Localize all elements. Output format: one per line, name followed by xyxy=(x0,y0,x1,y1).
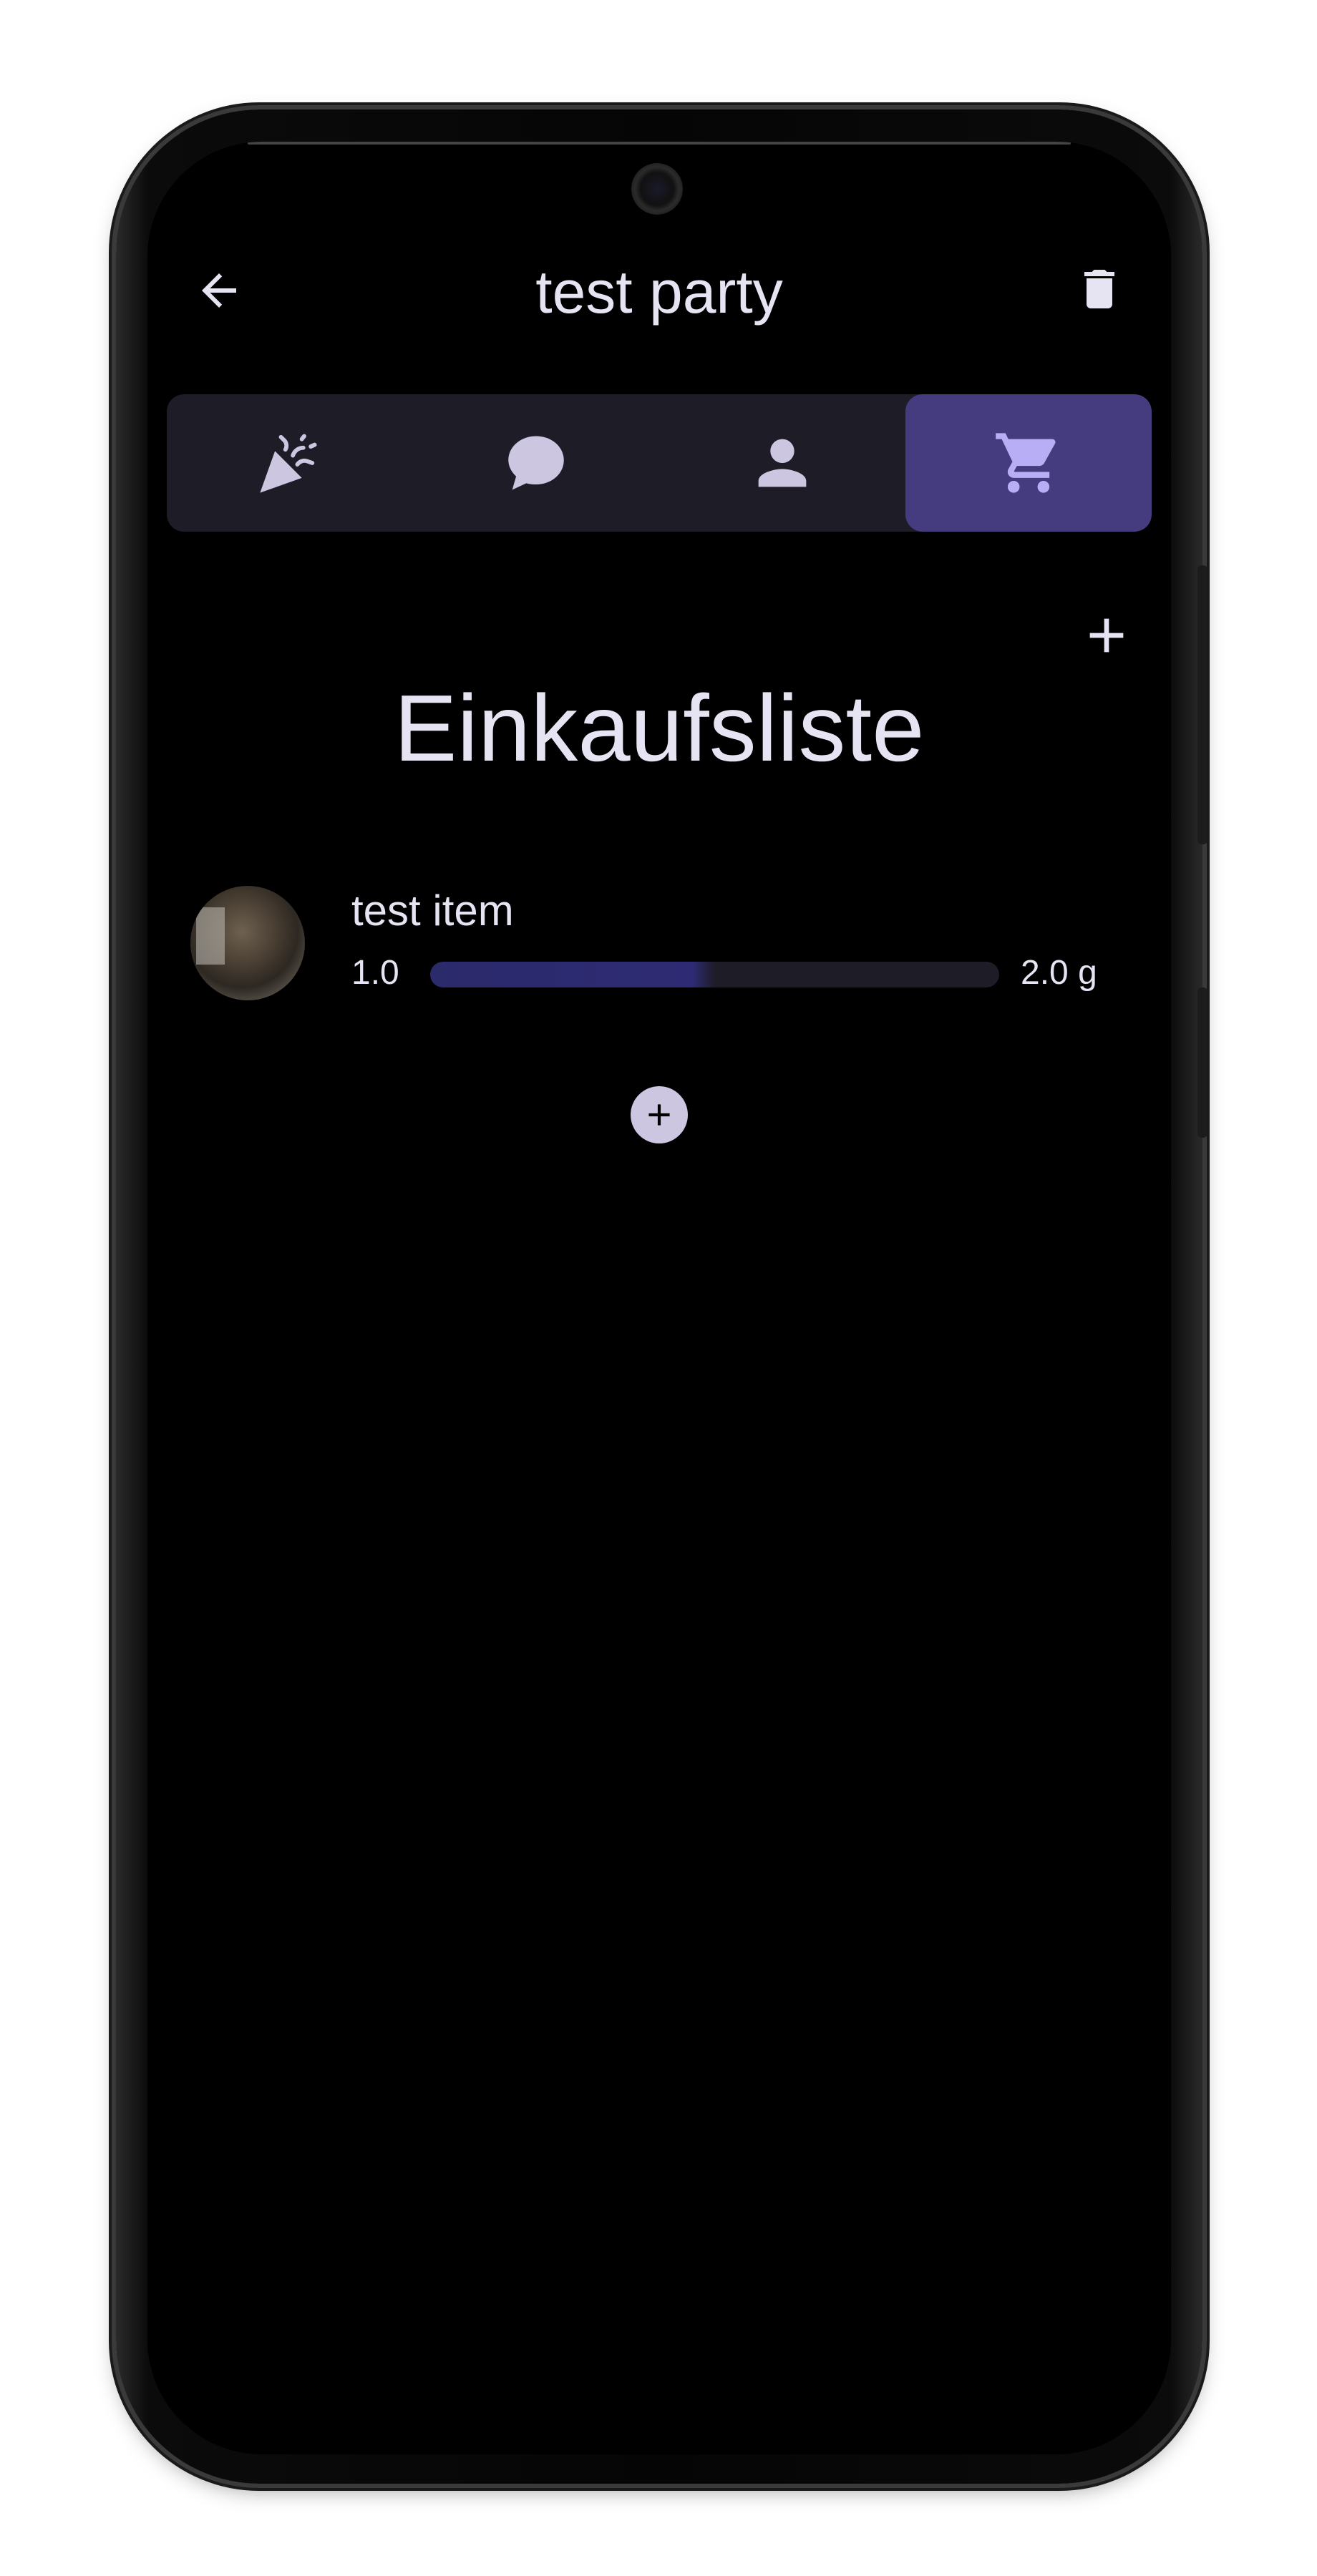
item-progress-bar[interactable] xyxy=(430,962,999,987)
volume-button xyxy=(1197,987,1207,1138)
list-item[interactable]: test item 1.0 2.0 g xyxy=(190,886,1135,1008)
phone-screen: test party Einkaufsliste test item 1.0 2… xyxy=(147,142,1171,2454)
app-bar: test party xyxy=(147,242,1171,335)
item-max-value: 2.0 g xyxy=(1021,954,1097,992)
plus-icon xyxy=(1089,618,1124,653)
item-avatar xyxy=(190,886,305,1000)
arrow-left-icon xyxy=(202,273,236,308)
tab-person[interactable] xyxy=(659,394,905,532)
front-camera xyxy=(631,163,683,215)
page-title: test party xyxy=(535,258,783,326)
item-progress-fill xyxy=(430,962,715,987)
tab-shopping[interactable] xyxy=(905,394,1152,532)
trash-icon xyxy=(1084,270,1114,308)
back-button[interactable] xyxy=(190,262,248,319)
shopping-cart-icon xyxy=(996,433,1056,493)
party-popper-icon xyxy=(260,434,317,493)
tab-bar xyxy=(167,394,1152,532)
item-name: test item xyxy=(351,887,514,935)
chat-bubble-icon xyxy=(508,436,564,490)
delete-button[interactable] xyxy=(1071,260,1128,318)
add-item-button[interactable] xyxy=(631,1086,688,1143)
list-heading: Einkaufsliste xyxy=(394,675,925,781)
plus-circle-icon xyxy=(648,1104,670,1126)
tab-chat[interactable] xyxy=(413,394,659,532)
person-icon xyxy=(758,439,807,487)
add-button[interactable] xyxy=(1071,600,1142,671)
tab-party[interactable] xyxy=(167,394,413,532)
power-button xyxy=(1197,565,1207,844)
screen-top-edge xyxy=(248,142,1071,145)
item-min-value: 1.0 xyxy=(351,954,399,992)
